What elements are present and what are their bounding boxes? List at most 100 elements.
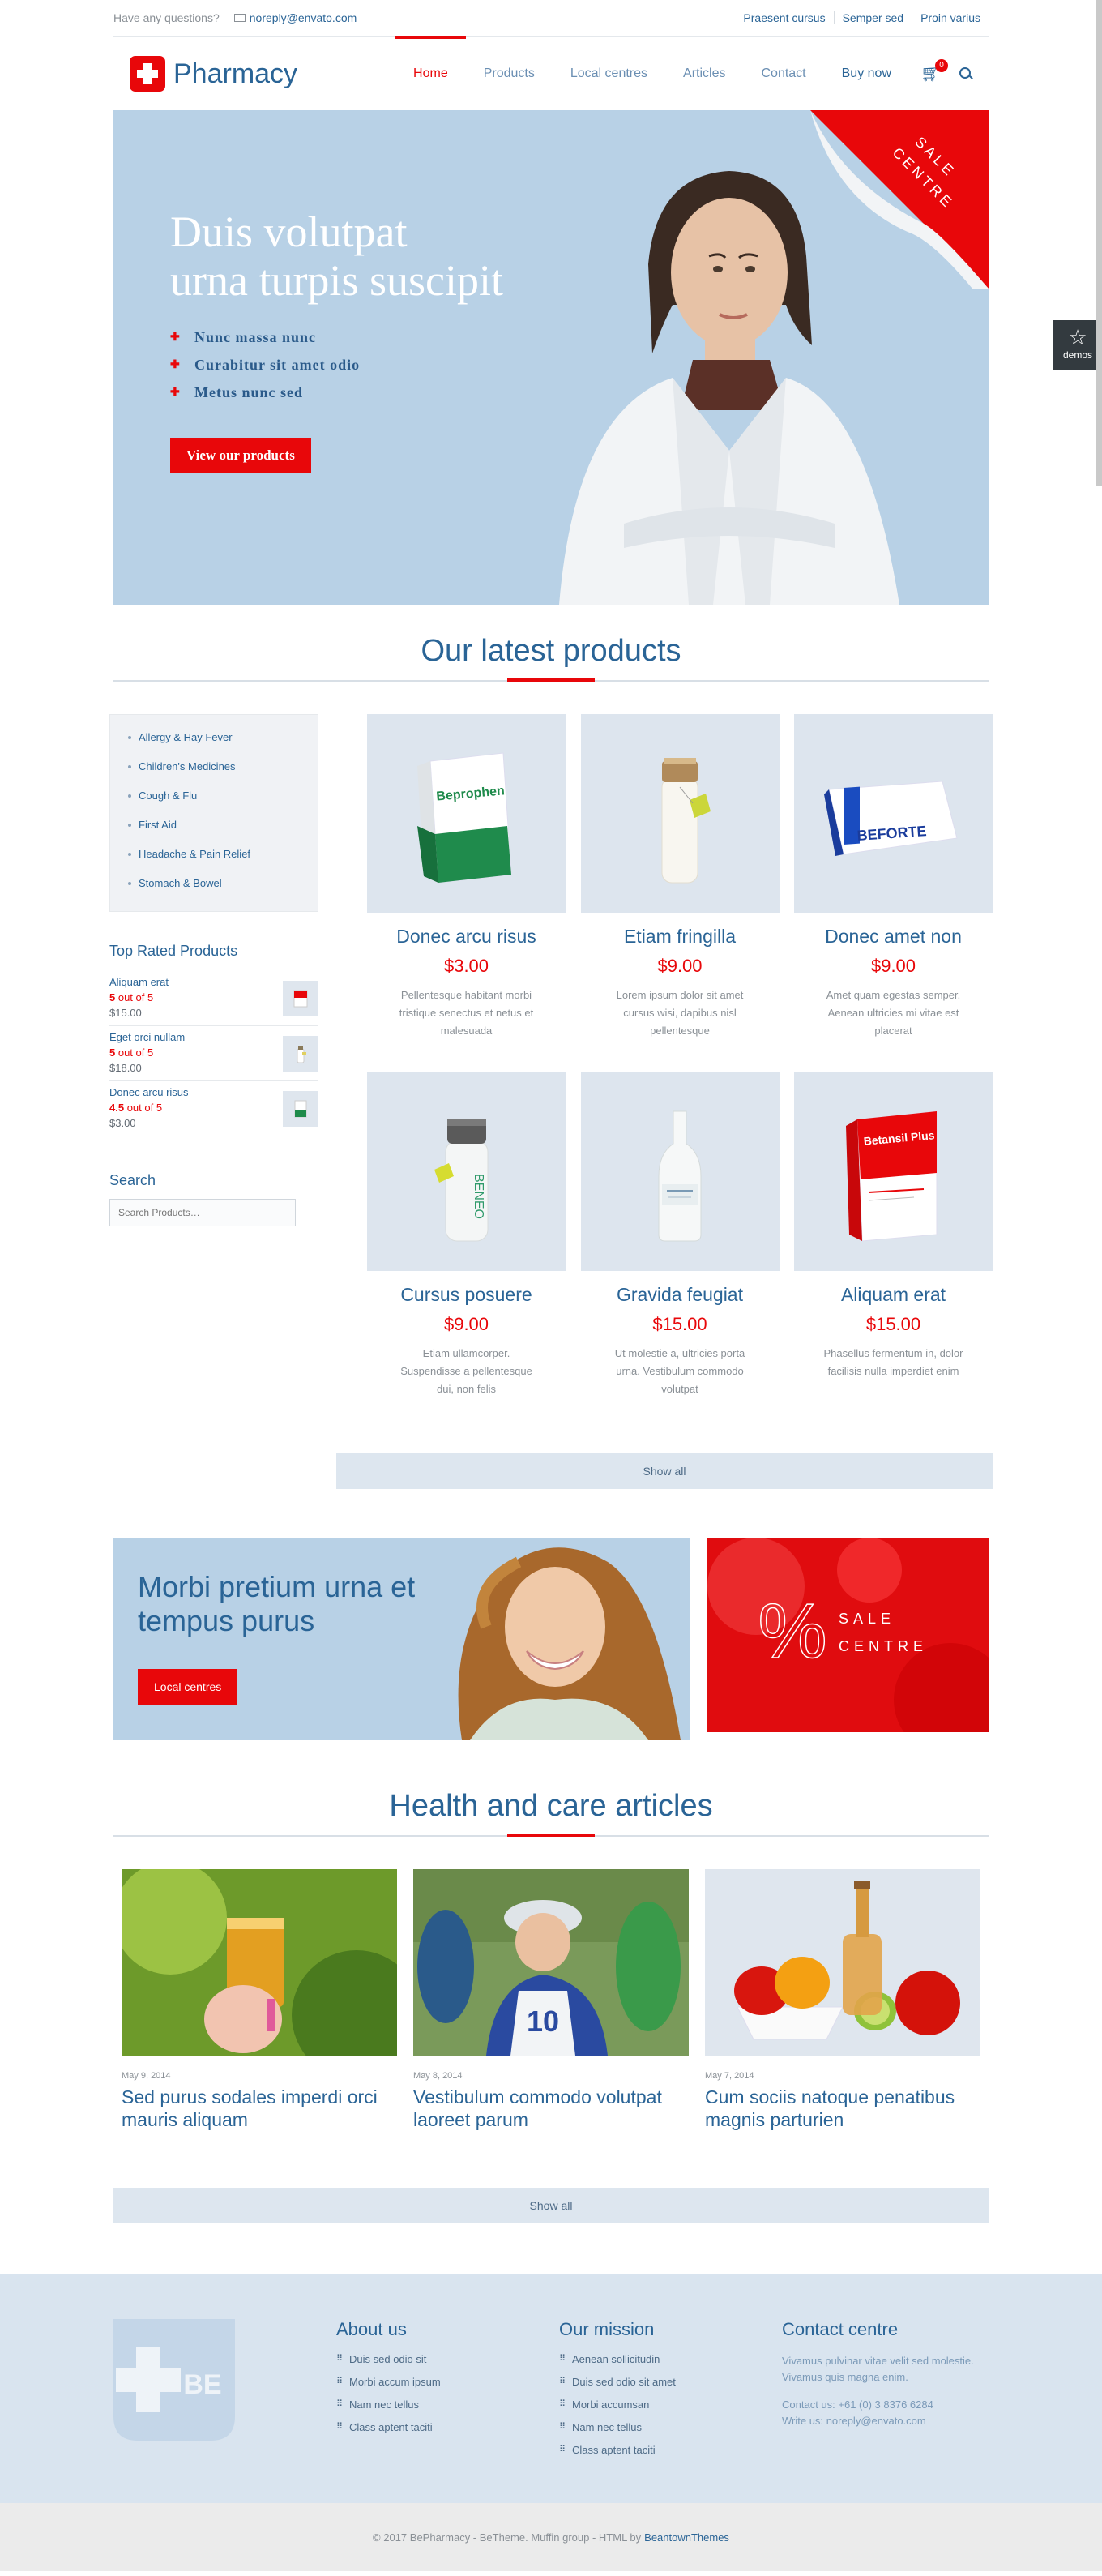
article-card[interactable]: 10 May 8, 2014 Vestibulum commodo volutp… <box>413 1869 689 2131</box>
product-name[interactable]: Donec arcu risus <box>367 926 566 948</box>
top-rated-thumbnail[interactable] <box>283 1036 318 1072</box>
local-centres-banner[interactable]: Morbi pretium urna et tempus purus Local… <box>113 1538 690 1740</box>
product-price: $15.00 <box>652 1314 707 1334</box>
top-rated-thumbnail[interactable] <box>283 1091 318 1127</box>
product-image[interactable]: Betansil Plus <box>794 1072 993 1271</box>
local-centres-button[interactable]: Local centres <box>138 1669 238 1705</box>
contact-email-link[interactable]: noreply@envato.com <box>826 2415 926 2427</box>
top-link-semper-sed[interactable]: Semper sed <box>833 11 912 24</box>
svg-text:10: 10 <box>527 2005 559 2038</box>
footer-link[interactable]: Aenean sollicitudin <box>559 2353 721 2365</box>
hero-title-line2: urna turpis suscipit <box>170 256 503 305</box>
nav-buy-now[interactable]: Buy now <box>824 37 909 110</box>
articles-section-title: Health and care articles <box>0 1789 1102 1824</box>
search-icon[interactable] <box>959 67 972 80</box>
mail-icon <box>233 14 246 22</box>
top-rated-item[interactable]: Eget orci nullam 5 out of 5 $18.00 <box>109 1026 318 1081</box>
sale-centre-banner[interactable]: % SALE CENTRE <box>707 1538 989 1732</box>
cart-button[interactable]: 🛒︎ 0 <box>920 59 948 82</box>
view-products-button[interactable]: View our products <box>170 438 311 473</box>
product-image[interactable]: BENEO <box>367 1072 566 1271</box>
article-card[interactable]: May 9, 2014 Sed purus sodales imperdi or… <box>113 1861 421 2131</box>
top-bar: Have any questions? noreply@envato.com P… <box>0 0 1102 37</box>
top-rated-thumbnail[interactable] <box>283 981 318 1016</box>
category-item[interactable]: Children's Medicines <box>110 757 318 786</box>
footer-link[interactable]: Class aptent taciti <box>336 2421 498 2433</box>
article-title[interactable]: Vestibulum commodo volutpat laoreet paru… <box>413 2086 689 2131</box>
footer-link[interactable]: Morbi accumsan <box>559 2398 721 2411</box>
article-card[interactable]: May 7, 2014 Cum sociis natoque penatibus… <box>705 1869 980 2131</box>
top-rated-item[interactable]: Aliquam erat 5 out of 5 $15.00 <box>109 971 318 1026</box>
product-image[interactable] <box>580 1072 780 1271</box>
product-description: Ut molestie a, ultricies porta urna. Ves… <box>614 1347 745 1395</box>
green-medicine-box-image: Beprophen <box>416 751 512 884</box>
category-item[interactable]: Headache & Pain Relief <box>110 845 318 874</box>
hero-bullet: Nunc massa nunc <box>170 329 503 346</box>
logo[interactable]: Pharmacy <box>130 56 297 92</box>
footer-link[interactable]: Duis sed odio sit amet <box>559 2376 721 2388</box>
top-rated-item[interactable]: Donec arcu risus 4.5 out of 5 $3.00 <box>109 1081 318 1136</box>
nav-contact[interactable]: Contact <box>743 37 823 110</box>
article-title[interactable]: Sed purus sodales imperdi orci mauris al… <box>122 2086 397 2131</box>
category-item[interactable]: Allergy & Hay Fever <box>110 728 318 757</box>
product-image[interactable]: Beprophen <box>367 714 566 913</box>
top-rated-name[interactable]: Eget orci nullam <box>109 1031 185 1043</box>
article-title[interactable]: Cum sociis natoque penatibus magnis part… <box>705 2086 980 2131</box>
footer-link[interactable]: Class aptent taciti <box>559 2444 721 2456</box>
product-grid: Beprophen Donec arcu risus $3.00 Pellent… <box>336 714 993 1489</box>
product-image[interactable]: BEFORTE <box>794 714 993 913</box>
footer-link[interactable]: Duis sed odio sit <box>336 2353 498 2365</box>
top-rated-name[interactable]: Aliquam erat <box>109 976 169 988</box>
product-card[interactable]: Gravida feugiat $15.00 Ut molestie a, ul… <box>580 1072 780 1398</box>
product-image[interactable] <box>580 714 780 913</box>
top-rated-name[interactable]: Donec arcu risus <box>109 1086 189 1098</box>
product-card[interactable]: Beprophen Donec arcu risus $3.00 Pellent… <box>367 714 566 1040</box>
hero-bullet: Curabitur sit amet odio <box>170 357 503 374</box>
product-card[interactable]: BENEO Cursus posuere $9.00 Etiam ullamco… <box>367 1072 566 1398</box>
hero-title-line1: Duis volutpat <box>170 208 408 256</box>
top-link-praesent-cursus[interactable]: Praesent cursus <box>735 11 833 24</box>
category-item[interactable]: First Aid <box>110 815 318 845</box>
nav-local-centres[interactable]: Local centres <box>553 37 665 110</box>
product-price: $9.00 <box>443 1314 489 1334</box>
product-name[interactable]: Gravida feugiat <box>581 1284 780 1306</box>
sale-corner-ribbon[interactable]: SALE CENTRE <box>810 110 989 289</box>
product-name[interactable]: Aliquam erat <box>794 1284 993 1306</box>
demos-button[interactable]: ☆ demos <box>1053 320 1102 370</box>
product-price: $15.00 <box>865 1314 921 1334</box>
products-section-title: Our latest products <box>0 634 1102 669</box>
product-name[interactable]: Etiam fringilla <box>581 926 780 948</box>
product-name[interactable]: Donec amet non <box>794 926 993 948</box>
footer-link[interactable]: Nam nec tellus <box>336 2398 498 2411</box>
product-description: Amet quam egestas semper. Aenean ultrici… <box>826 989 961 1037</box>
product-search-input[interactable] <box>109 1199 296 1226</box>
product-card[interactable]: Etiam fringilla $9.00 Lorem ipsum dolor … <box>580 714 780 1040</box>
product-description: Lorem ipsum dolor sit amet cursus wisi, … <box>616 989 744 1037</box>
show-all-products-button[interactable]: Show all <box>336 1453 993 1489</box>
footer-logo[interactable]: BE <box>113 2319 235 2441</box>
bottle-label: BENEO <box>472 1173 485 1218</box>
nav-home[interactable]: Home <box>395 36 466 110</box>
top-link-proin-varius[interactable]: Proin varius <box>912 11 989 24</box>
bottle-icon <box>297 1046 306 1063</box>
category-item[interactable]: Stomach & Bowel <box>110 874 318 903</box>
product-card[interactable]: Betansil Plus Aliquam erat $15.00 Phasel… <box>794 1072 993 1398</box>
nav-articles[interactable]: Articles <box>665 37 743 110</box>
page-scrollbar[interactable] <box>1096 0 1102 486</box>
orange-juice-image[interactable] <box>113 1861 421 2080</box>
footer-link[interactable]: Morbi accum ipsum <box>336 2376 498 2388</box>
show-all-articles-button[interactable]: Show all <box>113 2188 989 2223</box>
green-box-icon <box>294 1100 307 1118</box>
category-item[interactable]: Cough & Flu <box>110 786 318 815</box>
cyclists-image[interactable]: 10 <box>413 1869 689 2056</box>
top-rated-title: Top Rated Products <box>109 943 238 959</box>
vegetables-oil-image[interactable] <box>705 1869 980 2056</box>
top-email-link[interactable]: noreply@envato.com <box>250 11 357 24</box>
product-card[interactable]: BEFORTE Donec amet non $9.00 Amet quam e… <box>794 714 993 1040</box>
header: Pharmacy Home Products Local centres Art… <box>0 36 1102 110</box>
copyright-link[interactable]: BeantownThemes <box>644 2531 729 2544</box>
nav-products[interactable]: Products <box>466 37 553 110</box>
copyright-bar: © 2017 BePharmacy - BeTheme. Muffin grou… <box>0 2503 1102 2571</box>
footer-link[interactable]: Nam nec tellus <box>559 2421 721 2433</box>
product-name[interactable]: Cursus posuere <box>367 1284 566 1306</box>
